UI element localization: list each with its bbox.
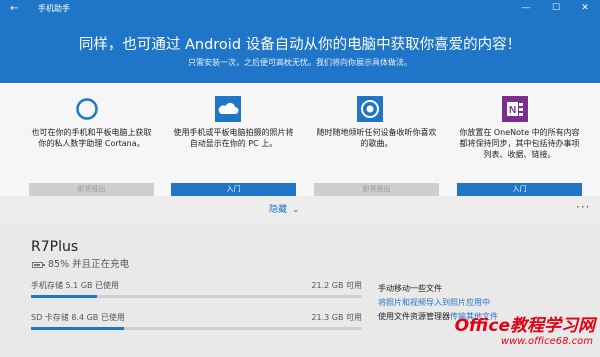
feature-cards: 也可在你的手机和平板电脑上获取你的私人数字助理 Cortana。 即将推出 使用… bbox=[0, 83, 600, 196]
svg-text:N: N bbox=[509, 105, 516, 116]
battery-icon bbox=[32, 262, 45, 268]
card-text: 随时随地倾听任何设备收听你喜欢的歌曲。 bbox=[316, 128, 437, 148]
card-onenote: N 你放置在 OneNote 中的所有内容都将保持同步，其中包括待办事项列表、收… bbox=[457, 83, 582, 196]
battery-level bbox=[34, 264, 40, 266]
storage-available: 21.2 GB 可用 bbox=[311, 281, 362, 290]
device-name: R7Plus bbox=[31, 239, 79, 255]
minimize-button[interactable]: — bbox=[519, 2, 533, 14]
cortana-icon bbox=[76, 98, 98, 120]
card-text: 使用手机或平板电脑拍摄的照片将自动显示在你的 PC 上。 bbox=[173, 128, 294, 148]
chevron-up-icon[interactable]: ⌄ bbox=[292, 204, 300, 216]
watermark: Office教程学习网 www.office68.com bbox=[447, 316, 597, 354]
phone-storage: 手机存储 5.1 GB 已使用 21.2 GB 可用 bbox=[31, 281, 362, 301]
title-bar: ← 手机助手 — ☐ ✕ bbox=[0, 0, 600, 18]
watermark-url: www.office68.com bbox=[500, 336, 593, 347]
import-photos-link[interactable]: 将照片和视频导入到照片应用中 bbox=[378, 296, 588, 310]
card-groove-music: 随时随地倾听任何设备收听你喜欢的歌曲。 即将推出 bbox=[314, 83, 439, 196]
hide-toggle[interactable]: 隐藏 bbox=[269, 204, 287, 216]
groove-music-icon bbox=[357, 96, 383, 122]
battery-status: 85% 并且正在充电 bbox=[48, 259, 130, 270]
storage-bar-fill bbox=[31, 295, 98, 298]
maximize-button[interactable]: ☐ bbox=[549, 2, 563, 14]
get-started-button[interactable]: 入门 bbox=[171, 183, 296, 196]
manual-transfer-title: 手动移动一些文件 bbox=[378, 284, 442, 293]
card-onedrive: 使用手机或平板电脑拍摄的照片将自动显示在你的 PC 上。 入门 bbox=[171, 83, 296, 196]
coming-soon-button[interactable]: 即将推出 bbox=[314, 183, 439, 196]
back-arrow-icon[interactable]: ← bbox=[10, 3, 18, 15]
more-options-icon[interactable]: ··· bbox=[576, 201, 590, 213]
storage-available: 21.3 GB 可用 bbox=[311, 313, 362, 322]
close-button[interactable]: ✕ bbox=[578, 2, 592, 14]
get-started-button[interactable]: 入门 bbox=[457, 183, 582, 196]
storage-bar bbox=[31, 327, 362, 330]
watermark-title: Office教程学习网 bbox=[454, 316, 595, 336]
hero-headline: 同样，也可通过 Android 设备自动从你的电脑中获取你喜爱的内容！ bbox=[78, 37, 522, 53]
sd-card-storage: SD 卡存储 8.4 GB 已使用 21.3 GB 可用 bbox=[31, 313, 362, 333]
coming-soon-button[interactable]: 即将推出 bbox=[29, 183, 154, 196]
file-explorer-text: 使用文件资源管理器 bbox=[378, 312, 450, 321]
storage-label: SD 卡存储 8.4 GB 已使用 bbox=[31, 313, 125, 322]
hide-bar: 隐藏 ⌄ ··· bbox=[0, 196, 600, 224]
storage-label: 手机存储 5.1 GB 已使用 bbox=[31, 281, 120, 290]
onenote-icon: N bbox=[502, 96, 528, 122]
storage-bar bbox=[31, 295, 362, 298]
hero-banner: 同样，也可通过 Android 设备自动从你的电脑中获取你喜爱的内容！ 只需安装… bbox=[0, 18, 600, 83]
hero-subtitle: 只需安装一次，之后便可高枕无忧。我们将向你展示具体做法。 bbox=[188, 58, 412, 67]
card-text: 你放置在 OneNote 中的所有内容都将保持同步，其中包括待办事项列表、收据、… bbox=[459, 128, 580, 159]
app-title: 手机助手 bbox=[38, 4, 70, 13]
card-cortana: 也可在你的手机和平板电脑上获取你的私人数字助理 Cortana。 即将推出 bbox=[29, 83, 154, 196]
storage-bar-fill bbox=[31, 327, 124, 330]
card-text: 也可在你的手机和平板电脑上获取你的私人数字助理 Cortana。 bbox=[31, 128, 152, 148]
onedrive-icon bbox=[215, 96, 241, 122]
